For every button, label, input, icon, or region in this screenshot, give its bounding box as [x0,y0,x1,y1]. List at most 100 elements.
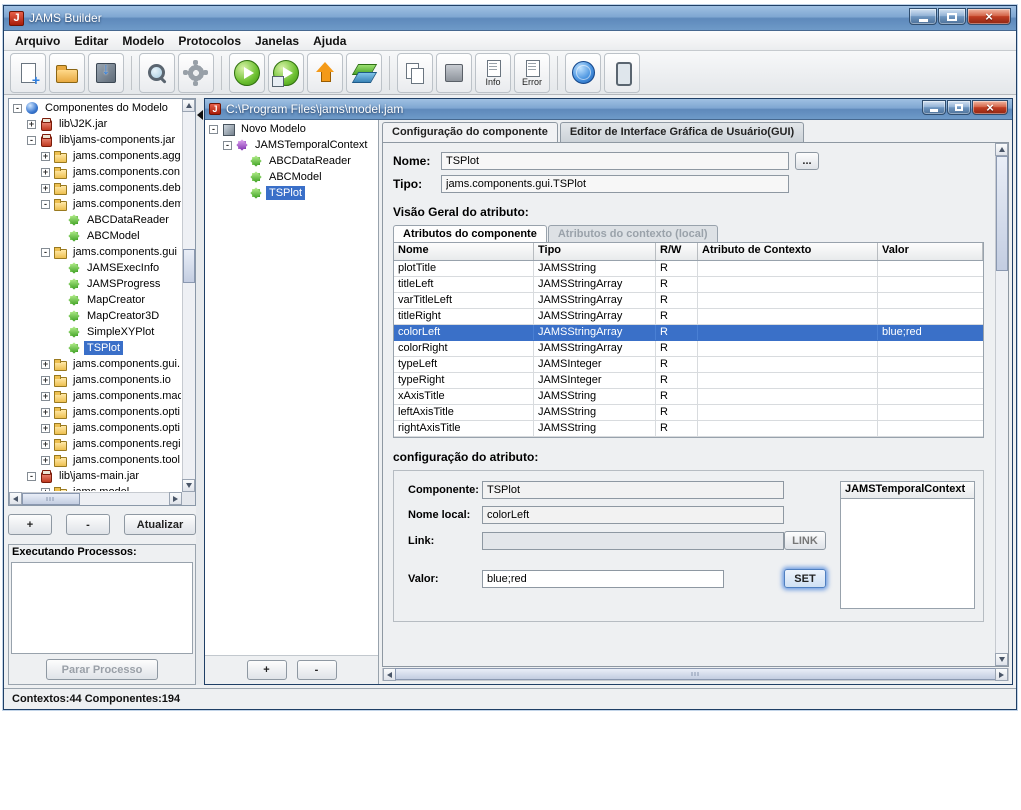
tree-item-jams-components-opti[interactable]: +jams.components.opti [10,420,181,436]
scroll-right-button[interactable] [169,492,182,505]
expand-toggle-icon[interactable]: + [41,152,50,161]
components-tree-vscrollbar[interactable] [182,99,195,492]
scroll-up-button[interactable] [182,99,195,112]
table-row-xaxistitle[interactable]: xAxisTitleJAMSStringR [394,389,983,405]
config-vscrollbar[interactable] [995,143,1008,666]
save-model-button[interactable] [88,53,124,93]
tree-item-mapcreator[interactable]: MapCreator [10,292,181,308]
table-row-titleright[interactable]: titleRightJAMSStringArrayR [394,309,983,325]
model-remove-button[interactable]: - [297,660,337,680]
expand-toggle-icon[interactable]: + [27,120,36,129]
refresh-button[interactable]: Atualizar [124,514,196,535]
tree-item-jams-components-deb[interactable]: +jams.components.deb [10,180,181,196]
collapse-toggle-icon[interactable]: - [13,104,22,113]
context-list-body[interactable] [841,499,974,608]
tree-item-novo-modelo[interactable]: -Novo Modelo [206,121,376,137]
tipo-field[interactable] [441,175,789,193]
tab-editor-de-interface-gr-fica-de-usu-rio-gui[interactable]: Editor de Interface Gráfica de Usuário(G… [560,122,804,142]
tree-item-jamsexecinfo[interactable]: JAMSExecInfo [10,260,181,276]
processes-list[interactable] [11,562,193,654]
table-row-rightaxistitle[interactable]: rightAxisTitleJAMSStringR [394,421,983,437]
collapse-toggle-icon[interactable]: - [209,125,218,134]
device-button[interactable] [604,53,640,93]
table-row-plottitle[interactable]: plotTitleJAMSStringR [394,261,983,277]
model-add-button[interactable]: + [247,660,287,680]
document-minimize-button[interactable] [922,100,946,115]
table-row-colorright[interactable]: colorRightJAMSStringArrayR [394,341,983,357]
table-row-typeright[interactable]: typeRightJAMSIntegerR [394,373,983,389]
menu-arquivo[interactable]: Arquivo [8,32,67,50]
tree-item-jams-components-gui[interactable]: +jams.components.gui. [10,356,181,372]
column-header-valor[interactable]: Valor [878,243,983,260]
expand-toggle-icon[interactable]: + [41,440,50,449]
copy-button[interactable] [397,53,433,93]
tab-atributos-do-contexto-local[interactable]: Atributos do contexto (local) [548,225,718,242]
scroll-left-button[interactable] [9,492,22,505]
collapse-toggle-icon[interactable]: - [27,136,36,145]
menu-protocolos[interactable]: Protocolos [171,32,248,50]
expand-toggle-icon[interactable]: + [41,424,50,433]
tree-item-lib-jams-main-jar[interactable]: -lib\jams-main.jar [10,468,181,484]
valor-field[interactable] [482,570,724,588]
expand-toggle-icon[interactable]: + [41,488,50,492]
preferences-button[interactable] [178,53,214,93]
tree-item-jams-components-con[interactable]: +jams.components.con [10,164,181,180]
link-field[interactable] [482,532,784,550]
nome-local-field[interactable] [482,506,784,524]
expand-toggle-icon[interactable]: + [41,184,50,193]
collapse-toggle-icon[interactable]: - [41,248,50,257]
link-button[interactable]: LINK [784,531,826,550]
maximize-button[interactable] [938,8,966,25]
tab-configura-o-do-componente[interactable]: Configuração do componente [382,122,558,142]
collapse-toggle-icon[interactable]: - [41,200,50,209]
components-tree-hscrollbar[interactable] [9,492,182,505]
tab-atributos-do-componente[interactable]: Atributos do componente [393,225,547,242]
document-titlebar[interactable]: J C:\Program Files\jams\model.jam × [205,99,1012,120]
remove-library-button[interactable]: - [66,514,110,535]
expand-toggle-icon[interactable]: + [41,392,50,401]
componente-field[interactable] [482,481,784,499]
tree-item-tsplot[interactable]: TSPlot [206,185,376,201]
vscroll-thumb[interactable] [183,249,195,283]
tree-item-jams-components-dem[interactable]: -jams.components.dem [10,196,181,212]
tree-item-jams-components-tool[interactable]: +jams.components.tool [10,452,181,468]
tree-item-jamsprogress[interactable]: JAMSProgress [10,276,181,292]
browse-button[interactable]: ... [795,152,819,170]
table-row-titleleft[interactable]: titleLeftJAMSStringArrayR [394,277,983,293]
menu-modelo[interactable]: Modelo [115,32,171,50]
tree-item-jams-components-agg[interactable]: +jams.components.agg [10,148,181,164]
collapse-toggle-icon[interactable]: - [27,472,36,481]
config-hscrollbar[interactable] [382,668,1009,681]
table-row-vartitleleft[interactable]: varTitleLeftJAMSStringArrayR [394,293,983,309]
tree-item-jams-components-gui[interactable]: -jams.components.gui [10,244,181,260]
collapse-toggle-icon[interactable]: - [223,141,232,150]
splitpane-divider[interactable] [196,98,204,685]
close-button[interactable]: × [967,8,1011,25]
config-vscroll-thumb[interactable] [996,156,1008,271]
set-button[interactable]: SET [784,569,826,588]
open-model-button[interactable] [49,53,85,93]
tree-item-jams-components-opti[interactable]: +jams.components.opti [10,404,181,420]
expand-toggle-icon[interactable]: + [41,168,50,177]
error-log-button[interactable]: Error [514,53,550,93]
new-model-button[interactable] [10,53,46,93]
tree-item-abcdatareader[interactable]: ABCDataReader [206,153,376,169]
tree-item-jams-components-io[interactable]: +jams.components.io [10,372,181,388]
document-restore-button[interactable] [947,100,971,115]
document-close-button[interactable]: × [972,100,1008,115]
config-hscroll-thumb[interactable] [395,668,996,680]
tree-item-jams-components-regi[interactable]: +jams.components.regi [10,436,181,452]
menu-janelas[interactable]: Janelas [248,32,306,50]
tree-item-tsplot[interactable]: TSPlot [10,340,181,356]
column-header-r-w[interactable]: R/W [656,243,698,260]
expand-toggle-icon[interactable]: + [41,408,50,417]
paste-button[interactable] [436,53,472,93]
column-header-nome[interactable]: Nome [394,243,534,260]
nome-field[interactable] [441,152,789,170]
column-header-atributo-de-contexto[interactable]: Atributo de Contexto [698,243,878,260]
titlebar[interactable]: J JAMS Builder × [4,6,1016,31]
run-model-gui-button[interactable] [268,53,304,93]
hscroll-thumb[interactable] [22,493,80,505]
tree-item-abcmodel[interactable]: ABCModel [206,169,376,185]
expand-toggle-icon[interactable]: + [41,376,50,385]
